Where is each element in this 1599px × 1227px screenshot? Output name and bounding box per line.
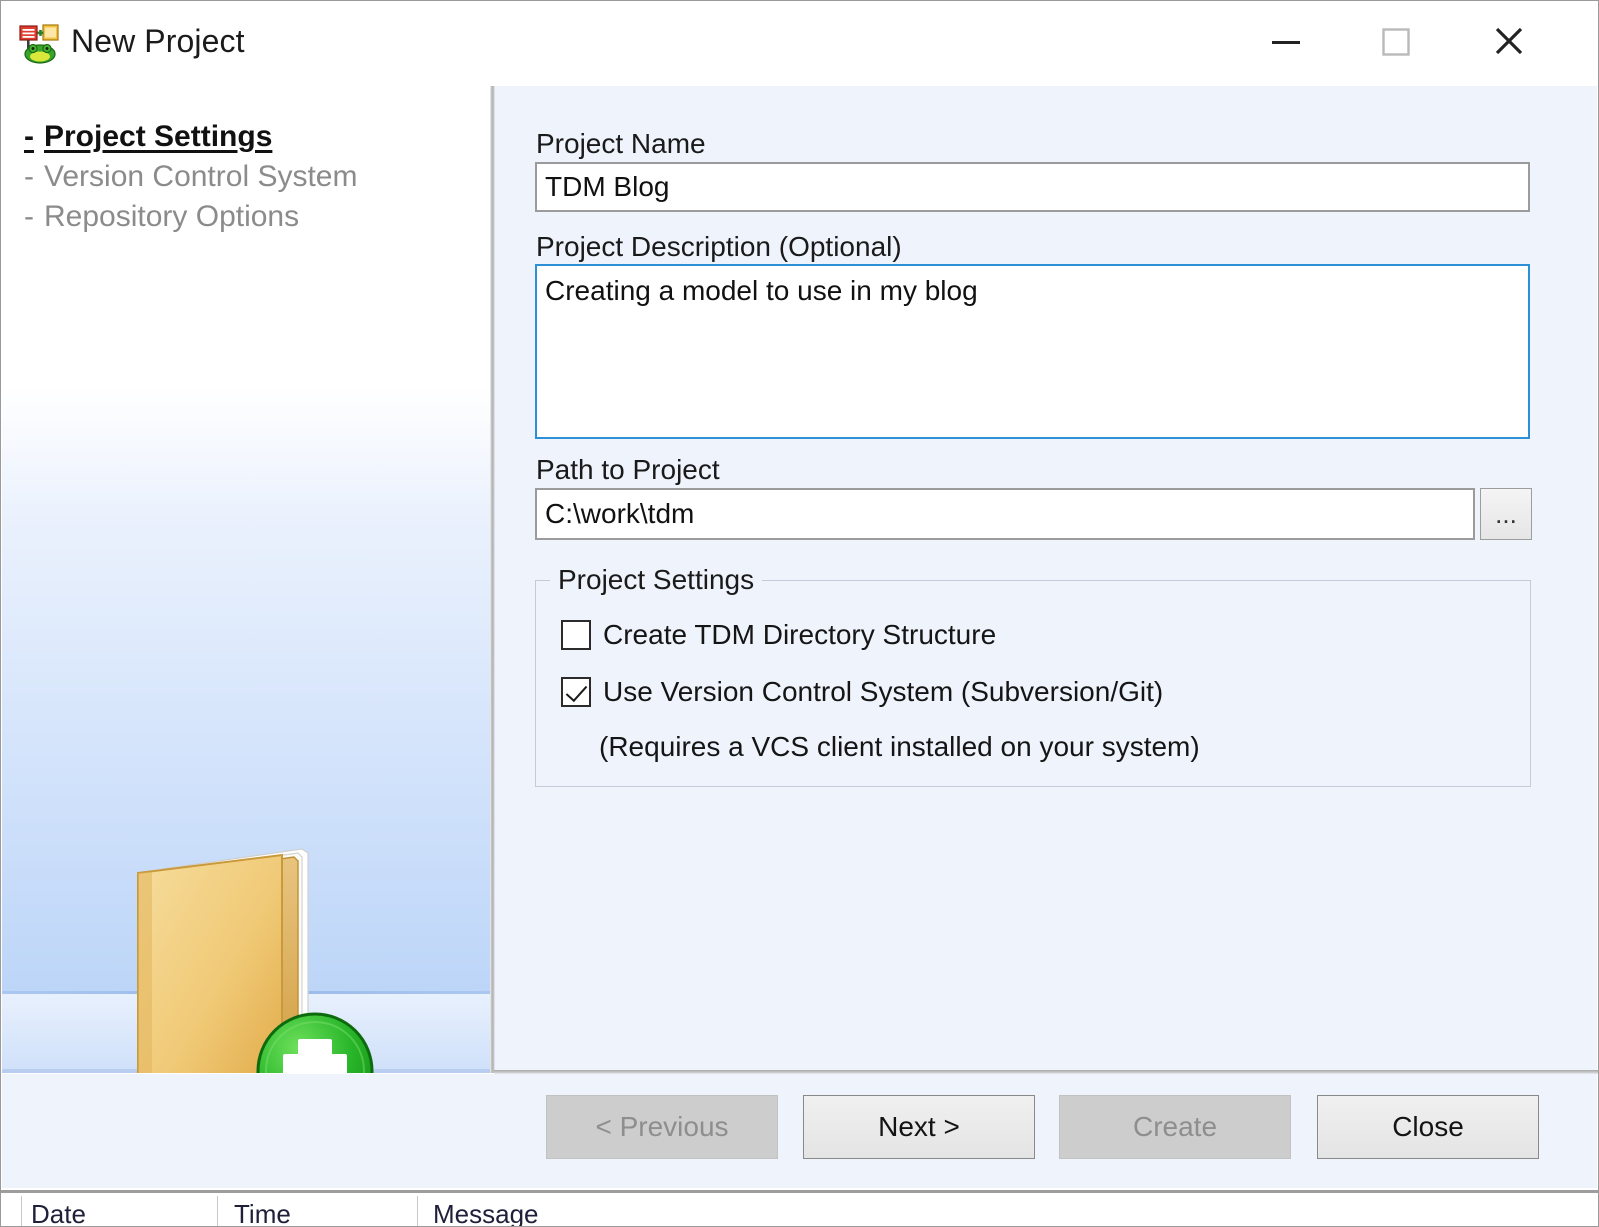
title-bar: New Project bbox=[1, 1, 1598, 85]
log-column-divider[interactable] bbox=[417, 1196, 418, 1226]
use-version-control-system-row[interactable]: Use Version Control System (Subversion/G… bbox=[561, 676, 1163, 708]
path-to-project-label: Path to Project bbox=[536, 454, 720, 485]
sidebar-item-version-control-system[interactable]: - Version Control System bbox=[24, 158, 464, 196]
dialog-content: - Project Settings - Version Control Syste… bbox=[2, 86, 1597, 1073]
sidebar-item-label: Project Settings bbox=[44, 120, 273, 153]
vcs-requirement-note: (Requires a VCS client installed on your… bbox=[599, 731, 1200, 762]
project-name-input[interactable] bbox=[535, 162, 1530, 212]
log-column-divider[interactable] bbox=[21, 1196, 22, 1226]
log-table-header: Date Time Message bbox=[1, 1190, 1598, 1226]
bullet-dash: - bbox=[24, 200, 34, 233]
log-column-header-date[interactable]: Date bbox=[31, 1199, 86, 1226]
project-description-textarea[interactable] bbox=[535, 264, 1530, 439]
project-description-label: Project Description (Optional) bbox=[536, 231, 902, 262]
wizard-step-list: - Project Settings - Version Control Syste… bbox=[24, 118, 464, 238]
next-button[interactable]: Next > bbox=[803, 1095, 1035, 1159]
wizard-sidebar: - Project Settings - Version Control Syste… bbox=[2, 86, 490, 1073]
previous-button[interactable]: < Previous bbox=[546, 1095, 778, 1159]
use-version-control-system-label: Use Version Control System (Subversion/G… bbox=[603, 676, 1164, 707]
new-folder-icon bbox=[112, 831, 392, 1073]
project-settings-groupbox-label: Project Settings bbox=[550, 564, 763, 596]
log-column-divider[interactable] bbox=[217, 1196, 218, 1226]
project-settings-form: Project Name Project Description (Option… bbox=[495, 86, 1597, 1073]
new-project-dialog: New Project - Project Settings - Version… bbox=[0, 0, 1599, 1227]
window-title: New Project bbox=[71, 23, 245, 59]
use-version-control-system-checkbox[interactable] bbox=[561, 677, 591, 707]
browse-folder-button[interactable]: ... bbox=[1480, 488, 1532, 540]
sidebar-item-repository-options[interactable]: - Repository Options bbox=[24, 198, 464, 236]
sidebar-item-label: Repository Options bbox=[44, 200, 300, 233]
create-tdm-directory-structure-row[interactable]: Create TDM Directory Structure bbox=[561, 619, 996, 651]
log-column-header-time[interactable]: Time bbox=[234, 1199, 291, 1226]
log-column-header-message[interactable]: Message bbox=[433, 1199, 539, 1226]
sidebar-item-project-settings[interactable]: - Project Settings bbox=[24, 118, 464, 156]
new-project-icon bbox=[17, 21, 61, 65]
bullet-dash: - bbox=[24, 160, 34, 193]
close-icon[interactable] bbox=[1471, 1, 1547, 75]
bullet-dash: - bbox=[24, 120, 34, 153]
sidebar-item-label: Version Control System bbox=[44, 160, 358, 193]
project-name-label: Project Name bbox=[536, 128, 706, 159]
maximize-icon[interactable] bbox=[1358, 1, 1434, 75]
minimize-icon[interactable] bbox=[1248, 1, 1324, 75]
path-to-project-input[interactable] bbox=[535, 488, 1475, 540]
create-tdm-directory-structure-checkbox[interactable] bbox=[561, 620, 591, 650]
create-button[interactable]: Create bbox=[1059, 1095, 1291, 1159]
close-button[interactable]: Close bbox=[1317, 1095, 1539, 1159]
create-tdm-directory-structure-label: Create TDM Directory Structure bbox=[603, 619, 997, 650]
dialog-footer: < Previous Next > Create Close bbox=[2, 1074, 1597, 1188]
